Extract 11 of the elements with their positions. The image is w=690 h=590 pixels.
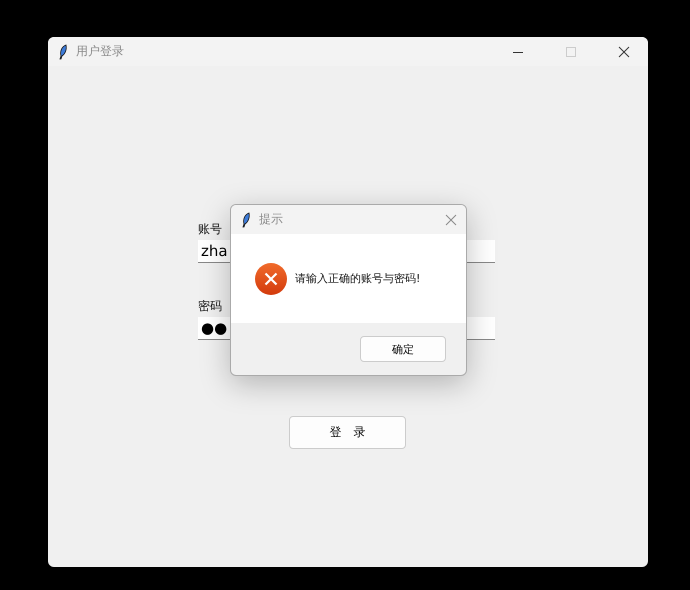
- dialog-title: 提示: [259, 211, 283, 228]
- field-label: 账号: [198, 221, 223, 238]
- field-label: 密码: [198, 298, 223, 315]
- window-title: 用户登录: [76, 43, 124, 60]
- ok-button[interactable]: 确定: [360, 336, 446, 362]
- error-message: 请输入正确的账号与密码!: [295, 271, 420, 286]
- error-icon: [255, 262, 287, 294]
- feather-icon: [58, 44, 68, 60]
- close-icon[interactable]: [618, 46, 630, 58]
- login-button[interactable]: 登 录: [289, 416, 406, 449]
- feather-icon: [241, 212, 251, 228]
